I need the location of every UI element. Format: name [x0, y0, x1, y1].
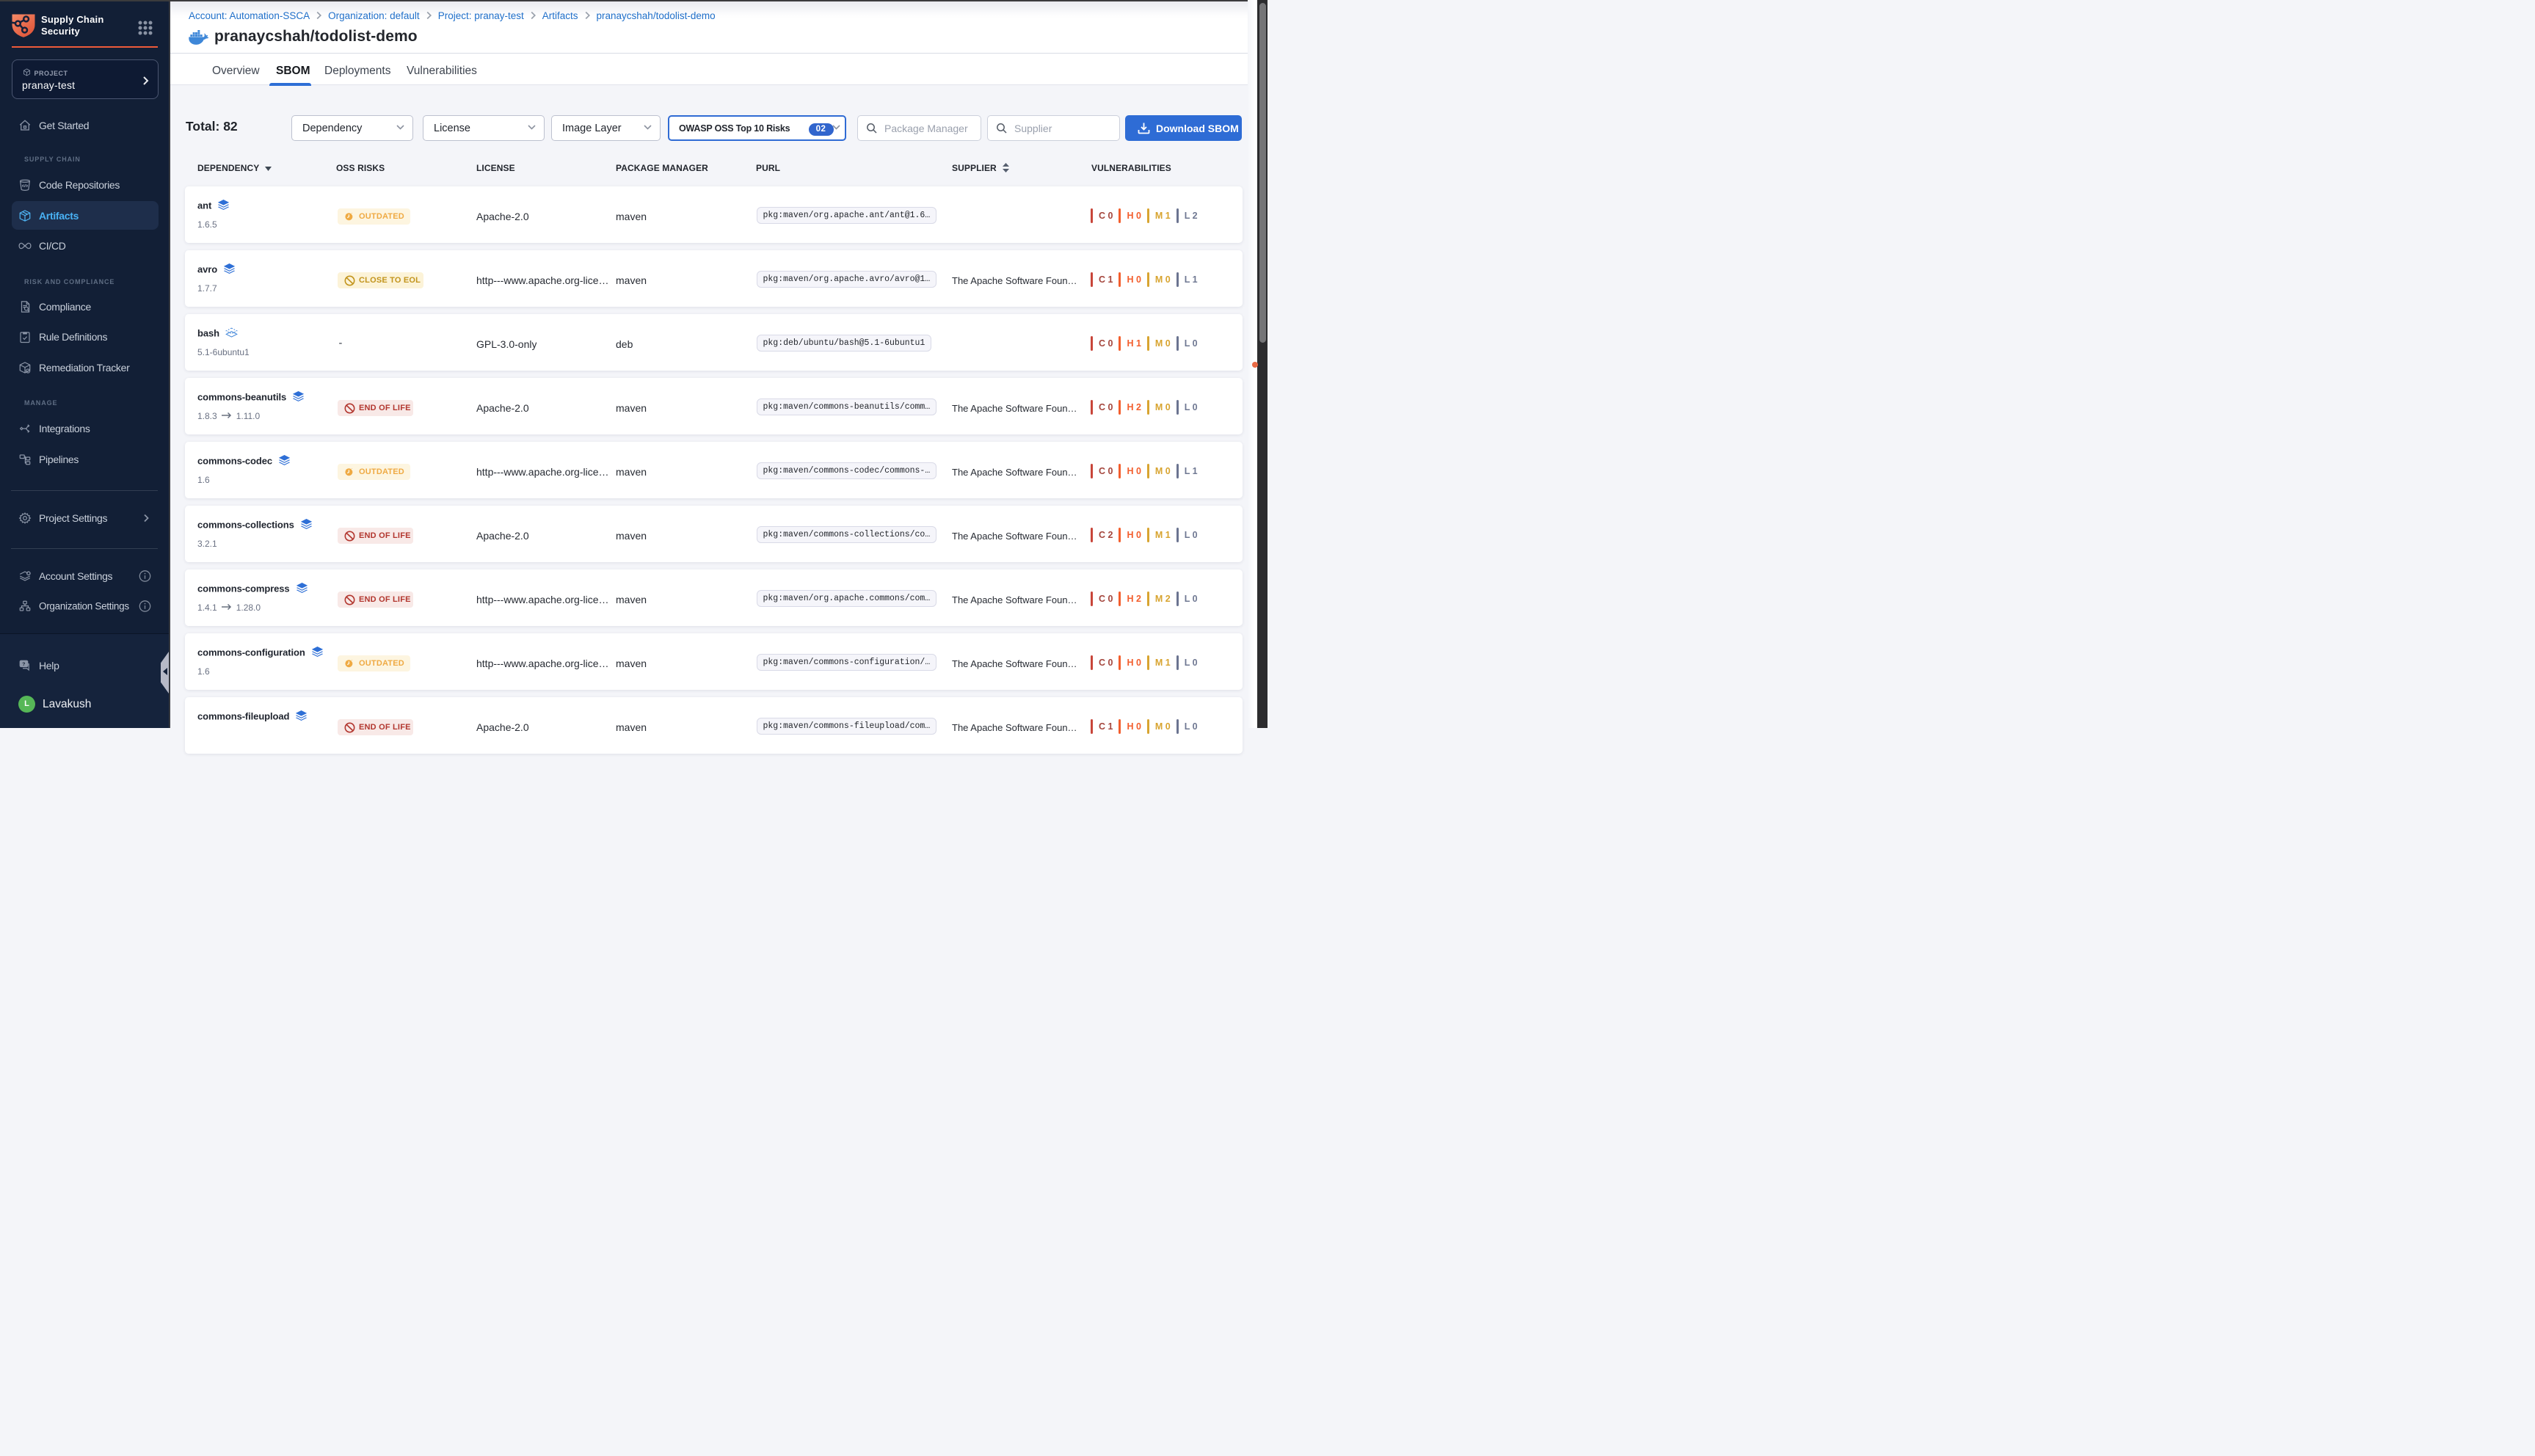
svg-text:?: ?: [22, 662, 25, 667]
